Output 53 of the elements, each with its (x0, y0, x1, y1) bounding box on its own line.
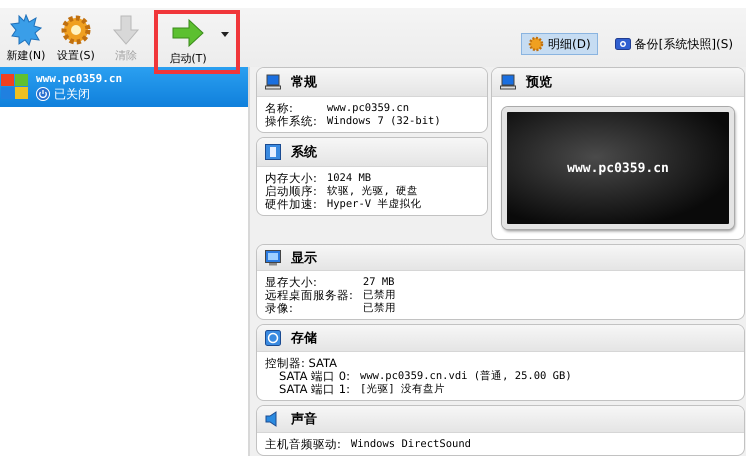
down-arrow-icon (110, 14, 142, 46)
power-icon (36, 87, 50, 101)
card-title: 预览 (526, 74, 552, 91)
toolbar-button[interactable]: 启动(T) (164, 17, 212, 66)
detail-value: 已禁用 (362, 289, 397, 302)
chip-icon (265, 144, 281, 160)
detail-value: 1024 MB (326, 172, 372, 185)
gear-icon (60, 14, 92, 46)
display-icon (265, 250, 281, 266)
detail-label: 操作系统: (265, 115, 317, 128)
detail-value: 27 MB (362, 276, 396, 289)
detail-value: 软驱, 光驱, 硬盘 (326, 185, 420, 198)
gear-icon (528, 36, 544, 52)
toolbar-button[interactable]: 新建(N) (2, 14, 50, 63)
view-button[interactable]: 明细(D) (521, 33, 598, 55)
right-arrow-icon (171, 17, 205, 49)
detail-value: Windows DirectSound (350, 438, 472, 452)
disk-icon (265, 330, 281, 346)
detail-label: 内存大小: (265, 172, 317, 185)
card-title: 显示 (291, 250, 317, 267)
card-title: 存储 (291, 330, 317, 348)
monitor-icon (500, 74, 516, 90)
detail-value: www.pc0359.cn (326, 102, 410, 115)
detail-value: 已禁用 (362, 302, 397, 316)
detail-label: 显存大小: (265, 276, 318, 290)
card-title: 系统 (291, 144, 317, 161)
detail-label: SATA 端口 0: (279, 370, 350, 383)
dropdown-button[interactable] (220, 29, 230, 39)
detail-label: 启动顺序: (265, 185, 317, 198)
caret-icon (221, 32, 229, 36)
detail-label: 主机音频驱动: (265, 438, 341, 452)
detail-value: Hyper-V 半虚拟化 (326, 198, 422, 211)
detail-label: 远程桌面服务器: (265, 289, 353, 302)
toolbar-button[interactable]: 设置(S) (52, 14, 100, 63)
card-title: 常规 (291, 74, 317, 91)
preview-text: www.pc0359.cn (567, 160, 669, 176)
monitor-icon (265, 74, 281, 90)
vm-state: 已关闭 (54, 86, 90, 102)
starburst-icon (10, 14, 42, 46)
detail-label: 硬件加速: (265, 198, 317, 211)
card-title: 声音 (291, 410, 317, 428)
detail-value: Windows 7 (32-bit) (326, 115, 442, 128)
view-button[interactable]: 备份[系统快照](S) (608, 33, 740, 55)
windows-logo-icon (0, 72, 30, 102)
detail-value: [光驱] 没有盘片 (360, 382, 446, 396)
detail-label: 名称: (265, 102, 294, 115)
detail-label: 录像: (265, 302, 294, 316)
detail-text: 控制器: SATA (265, 356, 338, 370)
detail-label: SATA 端口 1: (278, 382, 350, 396)
camera-icon (614, 38, 631, 50)
vm-name: www.pc0359.cn (36, 72, 122, 84)
vm-list-item[interactable]: www.pc0359.cn 已关闭 (0, 67, 248, 107)
detail-value: www.pc0359.cn.vdi (普通, 25.00 GB) (360, 370, 573, 383)
